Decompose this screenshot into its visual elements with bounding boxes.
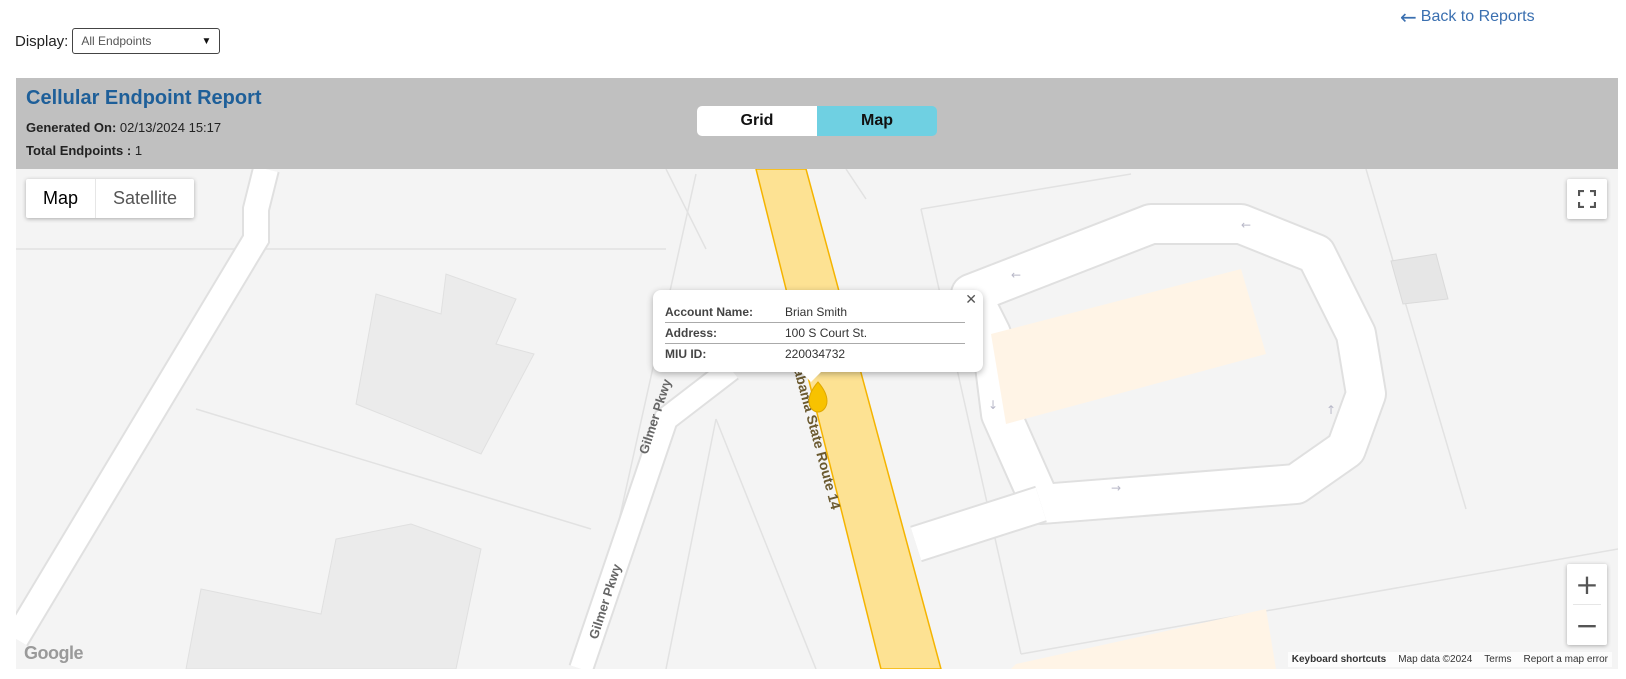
display-label: Display: <box>15 32 69 50</box>
back-to-reports-link[interactable]: ← Back to Reports <box>1400 5 1535 29</box>
total-endpoints-value: 1 <box>134 143 143 158</box>
fullscreen-icon <box>1578 190 1596 208</box>
map-view-button[interactable]: Map <box>817 106 937 136</box>
total-endpoints-label: Total Endpoints : <box>26 143 132 158</box>
info-value: Brian Smith <box>785 302 965 323</box>
display-select[interactable]: All Endpoints ▼ <box>72 28 221 54</box>
plus-icon: + <box>1575 567 1599 601</box>
info-row: MIU ID: 220034732 <box>665 344 965 365</box>
google-logo: Google <box>24 643 84 663</box>
map-data-credit: Map data ©2024 <box>1398 654 1473 665</box>
svg-text:←: ← <box>1011 268 1021 282</box>
minus-icon: − <box>1575 608 1599 642</box>
generated-on: Generated On: 02/13/2024 15:17 <box>26 120 221 135</box>
display-filter: Display: All Endpoints ▼ <box>15 28 221 54</box>
report-title: Cellular Endpoint Report <box>26 87 262 109</box>
info-value: 220034732 <box>785 347 846 361</box>
endpoint-info-window: ✕ Account Name: Brian Smith Address: 100… <box>653 290 983 382</box>
report-map-error-link[interactable]: Report a map error <box>1524 654 1608 665</box>
terms-link[interactable]: Terms <box>1484 654 1511 665</box>
arrow-left-icon: ← <box>1400 5 1417 29</box>
info-key: Account Name: <box>665 302 785 323</box>
back-to-reports-label: Back to Reports <box>1420 8 1535 25</box>
svg-text:↑: ↑ <box>1326 403 1336 417</box>
generated-on-value: 02/13/2024 15:17 <box>119 120 222 135</box>
zoom-out-button[interactable]: − <box>1567 605 1607 645</box>
info-key: MIU ID: <box>665 347 707 361</box>
info-value: 100 S Court St. <box>785 322 965 344</box>
view-toggle: Grid Map <box>697 106 937 136</box>
close-icon[interactable]: ✕ <box>965 292 977 308</box>
info-key: Address: <box>665 322 785 344</box>
keyboard-shortcuts-link[interactable]: Keyboard shortcuts <box>1292 654 1386 665</box>
zoom-control: + − <box>1567 564 1607 645</box>
fullscreen-button[interactable] <box>1567 179 1607 219</box>
map-pin-icon[interactable] <box>808 381 828 418</box>
caret-down-icon: ▼ <box>201 35 212 47</box>
map-canvas[interactable]: ← ← ↓ ↑ → Alabama State Route 14 Gilmer … <box>16 169 1618 669</box>
map-type-map-button[interactable]: Map <box>26 179 95 218</box>
total-endpoints: Total Endpoints : 1 <box>26 143 142 158</box>
map-type-satellite-button[interactable]: Satellite <box>95 179 194 218</box>
grid-view-button[interactable]: Grid <box>697 106 817 136</box>
map-attribution: Keyboard shortcuts Map data ©2024 Terms … <box>1287 652 1612 667</box>
report-header: Cellular Endpoint Report Generated On: 0… <box>16 78 1618 169</box>
display-selected-value: All Endpoints <box>81 34 152 48</box>
info-row: Account Name: Brian Smith <box>665 302 965 323</box>
zoom-in-button[interactable]: + <box>1567 564 1607 604</box>
endpoint-info-table: Account Name: Brian Smith Address: 100 S… <box>665 302 965 364</box>
svg-text:←: ← <box>1241 218 1251 232</box>
endpoint-marker <box>808 381 828 413</box>
svg-text:→: → <box>1111 481 1121 495</box>
map-type-control: Map Satellite <box>26 179 195 218</box>
info-row: Address: 100 S Court St. <box>665 322 965 344</box>
svg-text:↓: ↓ <box>988 398 998 412</box>
generated-on-label: Generated On: <box>26 120 117 135</box>
